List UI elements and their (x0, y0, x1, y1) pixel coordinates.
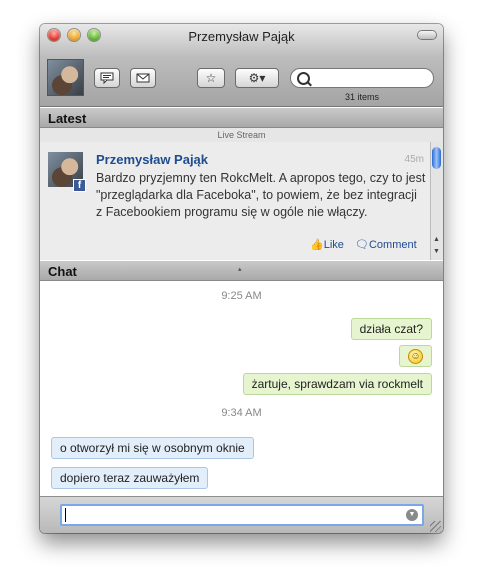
contact-avatar[interactable] (47, 59, 84, 96)
post-time: 45m (404, 154, 424, 165)
facebook-icon: f (73, 179, 86, 192)
post-text: Bardzo pryzjemny ten RokcMelt. A apropos… (96, 171, 426, 219)
message-box[interactable]: ▼ (60, 504, 424, 526)
chat-transcript: 9:25 AM działa czat? ☺ żartuje, sprawdza… (40, 281, 443, 496)
live-stream-label: Live Stream (40, 128, 443, 143)
post-author-name[interactable]: Przemysław Pająk (96, 152, 208, 167)
chat-window: Przemysław Pająk ☆ ⚙▾ 31 items Latest Li… (40, 24, 443, 533)
message-input[interactable] (65, 507, 399, 523)
scrollbar-thumb[interactable] (432, 147, 441, 169)
outgoing-message: działa czat? (350, 318, 432, 340)
scroll-down-arrow-icon[interactable]: ▼ (433, 248, 440, 255)
chat-heading: Chat (48, 264, 77, 279)
like-label: Like (323, 239, 344, 251)
latest-section-header[interactable]: Latest (40, 108, 443, 128)
email-button[interactable] (130, 68, 156, 88)
toolbar-toggle-button[interactable] (418, 31, 436, 39)
comment-link[interactable]: 🗨Comment (355, 238, 417, 251)
chat-button[interactable] (94, 68, 120, 88)
timestamp: 9:25 AM (221, 290, 262, 302)
timestamp: 9:34 AM (221, 407, 262, 419)
scroll-up-arrow-icon[interactable]: ▲ (433, 236, 440, 243)
outgoing-message: ☺ (399, 345, 432, 367)
title-toolbar: Przemysław Pająk ☆ ⚙▾ 31 items (40, 24, 443, 107)
resize-grip-icon[interactable] (430, 521, 441, 532)
incoming-message: dopiero teraz zauważyłem (51, 467, 209, 489)
latest-heading: Latest (48, 111, 87, 126)
feed-item: f Przemysław Pająk 45m Bardzo pryzjemny … (40, 142, 430, 260)
incoming-message: o otworzył mi się w osobnym oknie (51, 437, 254, 459)
smiley-icon: ☺ (408, 349, 423, 365)
like-link[interactable]: 👍Like (310, 238, 344, 251)
favorite-button[interactable]: ☆ (197, 68, 225, 88)
search-input[interactable] (313, 71, 427, 85)
chat-section-header[interactable]: Chat ▴ (40, 261, 443, 281)
feed-scrollbar[interactable]: ▲ ▼ (430, 142, 443, 260)
comment-icon: 🗨 (355, 239, 369, 251)
envelope-icon (136, 73, 150, 83)
search-field[interactable] (290, 68, 434, 88)
settings-menu-button[interactable]: ⚙▾ (235, 68, 279, 88)
composer-bar: ▼ (40, 496, 443, 533)
window-title: Przemysław Pająk (188, 29, 295, 44)
search-icon (297, 72, 310, 85)
comment-label: Comment (368, 239, 417, 251)
thumbs-up-icon: 👍 (310, 239, 324, 251)
collapse-handle-icon[interactable]: ▴ (238, 265, 242, 273)
chat-bubble-icon (100, 72, 114, 84)
outgoing-message: żartuje, sprawdzam via rockmelt (242, 373, 432, 395)
items-count: 31 items (344, 92, 379, 102)
options-dropdown-icon[interactable]: ▼ (406, 509, 418, 521)
